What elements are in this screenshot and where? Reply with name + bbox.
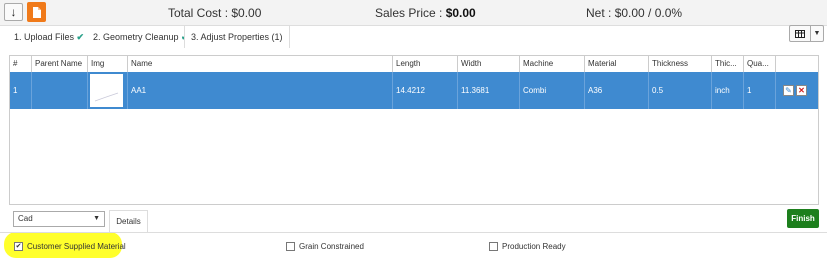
table-icon — [795, 29, 805, 38]
tab-label: 1. Upload Files — [14, 32, 75, 42]
finish-button[interactable]: Finish — [787, 209, 819, 228]
net-value: $0.00 / 0.0% — [614, 6, 683, 20]
close-icon: ✕ — [798, 86, 805, 95]
total-cost-value: $0.00 — [231, 6, 262, 20]
col-header-img[interactable]: Img — [88, 56, 128, 72]
option-customer-supplied-material[interactable]: ✔ Customer Supplied Material — [14, 242, 126, 251]
sales-price: Sales Price : $0.00 — [375, 6, 476, 20]
net-label: Net : — [586, 6, 612, 20]
cell-number: 1 — [10, 72, 32, 109]
column-chooser-dropdown[interactable]: ▼ — [811, 25, 824, 42]
total-cost: Total Cost : $0.00 — [168, 6, 261, 20]
tab-details-label: Details — [116, 217, 141, 226]
tab-label: 2. Geometry Cleanup — [93, 32, 179, 42]
document-icon — [33, 6, 41, 18]
edit-button[interactable]: ✎ — [783, 85, 794, 96]
tab-geometry-cleanup[interactable]: 2. Geometry Cleanup ✔ — [87, 28, 195, 47]
parts-grid: # Parent Name Img Name Length Width Mach… — [9, 55, 819, 205]
sales-price-label: Sales Price : — [375, 6, 443, 20]
total-cost-label: Total Cost : — [168, 6, 229, 20]
cell-parent-name — [32, 72, 88, 109]
col-header-machine[interactable]: Machine — [520, 56, 585, 72]
net: Net : $0.00 / 0.0% — [586, 6, 682, 20]
col-header-quantity[interactable]: Qua... — [744, 56, 776, 72]
cell-thickness-units: inch — [712, 72, 744, 109]
tab-upload-files[interactable]: 1. Upload Files ✔ — [8, 28, 90, 47]
option-label: Production Ready — [502, 242, 566, 251]
caret-down-icon: ▼ — [813, 30, 821, 37]
caret-down-icon: ▼ — [93, 215, 100, 222]
grid-header: # Parent Name Img Name Length Width Mach… — [10, 56, 818, 73]
col-header-thickness[interactable]: Thickness — [649, 56, 712, 72]
sales-price-value: $0.00 — [445, 6, 476, 20]
col-header-parent-name[interactable]: Parent Name — [32, 56, 88, 72]
table-row[interactable]: 1 AA1 14.4212 11.3681 Combi A36 0.5 inch… — [10, 72, 818, 109]
col-header-actions — [776, 56, 818, 72]
cell-thickness: 0.5 — [649, 72, 712, 109]
checkbox[interactable] — [286, 242, 295, 251]
delete-button[interactable]: ✕ — [796, 85, 807, 96]
download-button[interactable]: ↓ — [4, 3, 23, 21]
cell-length: 14.4212 — [393, 72, 458, 109]
source-select[interactable]: Cad ▼ — [13, 211, 105, 227]
down-arrow-icon: ↓ — [10, 5, 17, 19]
checkbox-checked[interactable]: ✔ — [14, 242, 23, 251]
checkmark-icon: ✔ — [76, 32, 85, 42]
option-label: Customer Supplied Material — [27, 242, 126, 251]
col-header-number[interactable]: # — [10, 56, 32, 72]
pencil-icon: ✎ — [785, 86, 792, 95]
col-header-length[interactable]: Length — [393, 56, 458, 72]
column-chooser-button[interactable] — [789, 25, 811, 42]
options-bar: ✔ Customer Supplied Material Grain Const… — [0, 232, 827, 262]
finish-button-label: Finish — [791, 214, 815, 223]
col-header-name[interactable]: Name — [128, 56, 393, 72]
option-production-ready[interactable]: Production Ready — [489, 242, 566, 251]
source-select-value: Cad — [18, 214, 33, 223]
part-thumbnail — [90, 74, 123, 107]
col-header-width[interactable]: Width — [458, 56, 520, 72]
checkbox[interactable] — [489, 242, 498, 251]
tab-adjust-properties[interactable]: 3. Adjust Properties (1) — [184, 25, 290, 48]
col-header-thickness-units[interactable]: Thic... — [712, 56, 744, 72]
cell-material: A36 — [585, 72, 649, 109]
wizard-tabs: 1. Upload Files ✔ 2. Geometry Cleanup ✔ … — [0, 25, 827, 48]
file-button[interactable] — [27, 2, 46, 22]
cell-machine: Combi — [520, 72, 585, 109]
col-header-material[interactable]: Material — [585, 56, 649, 72]
cell-name: AA1 — [128, 72, 393, 109]
tab-label: 3. Adjust Properties (1) — [191, 32, 283, 42]
cell-quantity: 1 — [744, 72, 776, 109]
option-label: Grain Constrained — [299, 242, 364, 251]
option-grain-constrained[interactable]: Grain Constrained — [286, 242, 364, 251]
tab-details[interactable]: Details — [109, 210, 148, 232]
cell-width: 11.3681 — [458, 72, 520, 109]
top-toolbar: ↓ Total Cost : $0.00 Sales Price : $0.00… — [0, 0, 827, 26]
